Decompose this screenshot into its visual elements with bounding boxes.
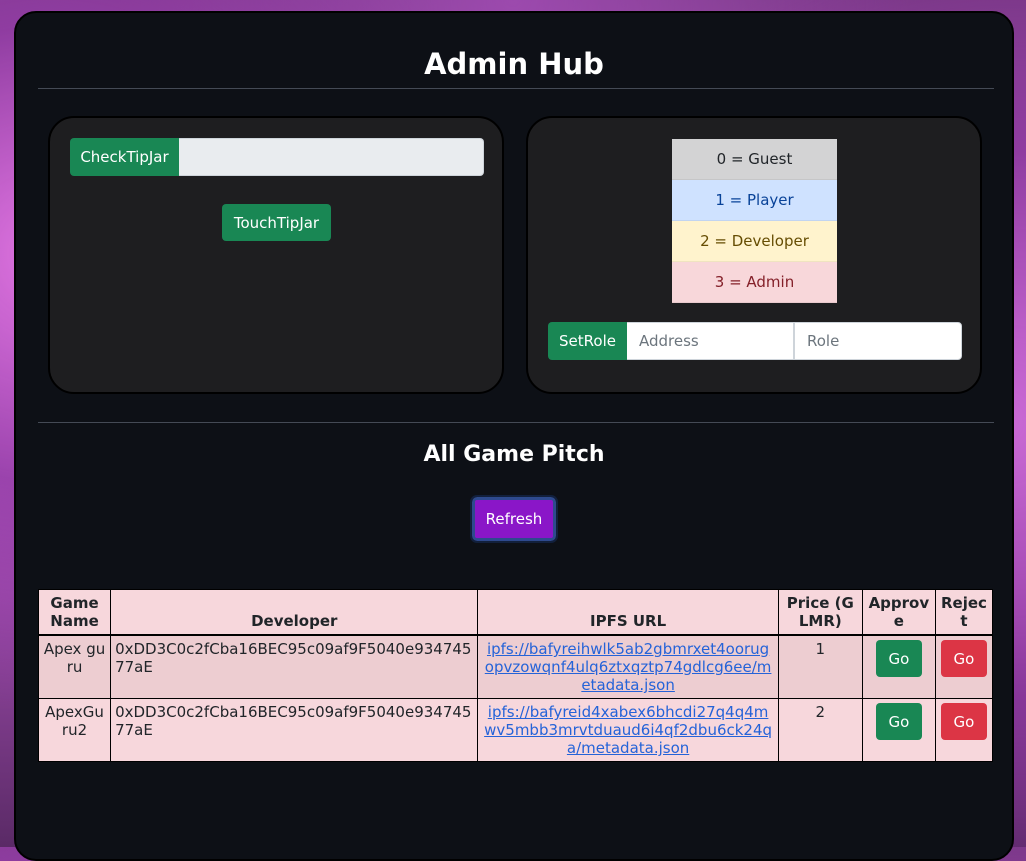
developer-cell: 0xDD3C0c2fCba16BEC95c09af9F5040e93474577… — [110, 698, 479, 762]
divider-top — [38, 88, 994, 89]
refresh-button[interactable]: Refresh — [470, 495, 558, 543]
column-header: IPFS URL — [477, 589, 779, 636]
developer-cell: 0xDD3C0c2fCba16BEC95c09af9F5040e93474577… — [110, 634, 479, 699]
reject-cell: Go — [934, 698, 994, 762]
roles-card: 0 = Guest 1 = Player 2 = Developer 3 = A… — [526, 116, 982, 394]
ipfs-cell: ipfs://bafyreid4xabex6bhcdi27q4q4mwv5mbb… — [477, 698, 779, 762]
approve-button[interactable]: Go — [875, 703, 922, 740]
reject-cell: Go — [934, 634, 994, 699]
role-legend: 0 = Guest 1 = Player 2 = Developer 3 = A… — [672, 139, 837, 303]
role-item: 3 = Admin — [672, 262, 837, 303]
approve-cell: Go — [861, 698, 936, 762]
approve-cell: Go — [861, 634, 936, 699]
reject-button[interactable]: Go — [940, 703, 987, 740]
column-header: Approve — [861, 589, 936, 636]
check-tipjar-button[interactable]: CheckTipJar — [70, 138, 179, 176]
table-header-row: Game Name Developer IPFS URL Price (GLMR… — [37, 589, 994, 636]
tipjar-output-field[interactable] — [179, 138, 484, 176]
address-input[interactable]: Address — [627, 322, 794, 360]
ipfs-link[interactable]: ipfs://bafyreihwlk5ab2gbmrxet4oorugopvzo… — [482, 640, 773, 694]
admin-panel: Admin Hub CheckTipJar TouchTipJar 0 = Gu… — [14, 11, 1014, 861]
set-role-button[interactable]: SetRole — [548, 322, 627, 360]
price-cell: 2 — [777, 698, 863, 762]
ipfs-link[interactable]: ipfs://bafyreid4xabex6bhcdi27q4q4mwv5mbb… — [482, 703, 773, 757]
page-title: Admin Hub — [424, 47, 604, 81]
reject-button[interactable]: Go — [940, 640, 987, 677]
table-row: ApexGuru2 0xDD3C0c2fCba16BEC95c09af9F504… — [37, 698, 994, 762]
tipjar-card: CheckTipJar TouchTipJar — [48, 116, 504, 394]
column-header: Developer — [110, 589, 479, 636]
section-title: All Game Pitch — [423, 442, 605, 467]
game-pitch-table: Game Name Developer IPFS URL Price (GLMR… — [37, 589, 994, 762]
touch-tipjar-button[interactable]: TouchTipJar — [222, 204, 331, 241]
divider-middle — [38, 422, 994, 423]
column-header: Reject — [934, 589, 994, 636]
table-row: Apex guru 0xDD3C0c2fCba16BEC95c09af9F504… — [37, 634, 994, 699]
role-item: 2 = Developer — [672, 221, 837, 262]
game-name-cell: ApexGuru2 — [37, 698, 112, 762]
game-name-cell: Apex guru — [37, 634, 112, 699]
role-item: 1 = Player — [672, 180, 837, 221]
approve-button[interactable]: Go — [875, 640, 922, 677]
column-header: Price (GLMR) — [777, 589, 863, 636]
role-item: 0 = Guest — [672, 139, 837, 180]
column-header: Game Name — [37, 589, 112, 636]
price-cell: 1 — [777, 634, 863, 699]
ipfs-cell: ipfs://bafyreihwlk5ab2gbmrxet4oorugopvzo… — [477, 634, 779, 699]
role-input[interactable]: Role — [794, 322, 962, 360]
